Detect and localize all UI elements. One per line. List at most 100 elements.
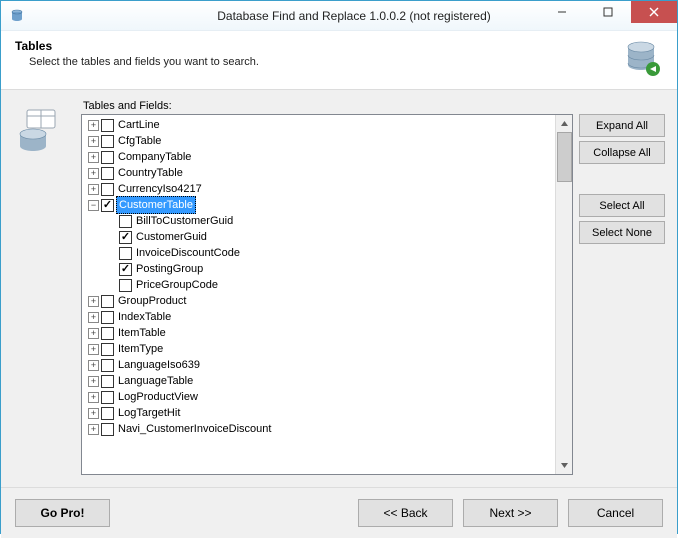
- tables-tree[interactable]: + CartLine + CfgTable + CompanyTable + CountryT…: [81, 114, 573, 475]
- tree-item-label[interactable]: CartLine: [116, 117, 162, 133]
- tree-item-label[interactable]: CustomerGuid: [134, 229, 209, 245]
- tree-item-label[interactable]: CurrencyIso4217: [116, 181, 204, 197]
- expand-all-button[interactable]: Expand All: [579, 114, 665, 137]
- tree-field-item: PostingGroup: [106, 261, 572, 277]
- tree-item-label[interactable]: CfgTable: [116, 133, 163, 149]
- maximize-button[interactable]: [585, 1, 631, 23]
- minimize-button[interactable]: [539, 1, 585, 23]
- select-all-button[interactable]: Select All: [579, 194, 665, 217]
- checkbox[interactable]: [119, 247, 132, 260]
- expand-toggle[interactable]: +: [88, 376, 99, 387]
- next-button[interactable]: Next >>: [463, 499, 558, 527]
- tree-table-item: + CfgTable: [88, 133, 572, 149]
- checkbox[interactable]: [119, 263, 132, 276]
- tree-item-label[interactable]: Navi_CustomerInvoiceDiscount: [116, 421, 273, 437]
- checkbox[interactable]: [101, 343, 114, 356]
- titlebar: Database Find and Replace 1.0.0.2 (not r…: [1, 1, 677, 31]
- collapse-toggle[interactable]: −: [88, 200, 99, 211]
- tree-item-label[interactable]: LogProductView: [116, 389, 200, 405]
- tree-item-label[interactable]: IndexTable: [116, 309, 173, 325]
- tree-item-label[interactable]: LanguageTable: [116, 373, 195, 389]
- tree-table-item: + LogProductView: [88, 389, 572, 405]
- tree-item-label[interactable]: CountryTable: [116, 165, 185, 181]
- checkbox[interactable]: [101, 135, 114, 148]
- tree-item-label[interactable]: CompanyTable: [116, 149, 193, 165]
- page-title: Tables: [15, 39, 259, 53]
- tree-table-item: + CompanyTable: [88, 149, 572, 165]
- wizard-body: Tables and Fields: + CartLine + CfgTable + Co…: [1, 90, 677, 488]
- expand-toggle[interactable]: +: [88, 392, 99, 403]
- tree-table-item: + IndexTable: [88, 309, 572, 325]
- expand-toggle[interactable]: +: [88, 296, 99, 307]
- tree-scrollbar[interactable]: [555, 115, 572, 474]
- tree-field-item: InvoiceDiscountCode: [106, 245, 572, 261]
- tree-item-label[interactable]: InvoiceDiscountCode: [134, 245, 242, 261]
- scroll-down-button[interactable]: [556, 457, 572, 474]
- tree-label: Tables and Fields:: [83, 100, 665, 112]
- tree-table-item: − CustomerTableBillToCustomerGuidCustomer…: [88, 197, 572, 293]
- expand-toggle[interactable]: +: [88, 136, 99, 147]
- tree-item-label[interactable]: PriceGroupCode: [134, 277, 220, 293]
- scroll-thumb[interactable]: [557, 132, 572, 182]
- tree-item-label[interactable]: LanguageIso639: [116, 357, 202, 373]
- tree-table-item: + CurrencyIso4217: [88, 181, 572, 197]
- checkbox[interactable]: [101, 167, 114, 180]
- collapse-all-button[interactable]: Collapse All: [579, 141, 665, 164]
- tree-table-item: + LanguageTable: [88, 373, 572, 389]
- expand-toggle[interactable]: +: [88, 360, 99, 371]
- expand-toggle[interactable]: +: [88, 344, 99, 355]
- expand-toggle[interactable]: +: [88, 328, 99, 339]
- checkbox[interactable]: [101, 327, 114, 340]
- tree-item-label[interactable]: CustomerTable: [116, 196, 196, 214]
- expand-toggle[interactable]: +: [88, 120, 99, 131]
- tree-table-item: + GroupProduct: [88, 293, 572, 309]
- checkbox[interactable]: [101, 151, 114, 164]
- checkbox[interactable]: [101, 359, 114, 372]
- checkbox[interactable]: [101, 119, 114, 132]
- checkbox[interactable]: [101, 183, 114, 196]
- expand-toggle[interactable]: +: [88, 408, 99, 419]
- checkbox[interactable]: [119, 231, 132, 244]
- wizard-footer: Go Pro! << Back Next >> Cancel: [1, 488, 677, 538]
- tree-item-label[interactable]: LogTargetHit: [116, 405, 182, 421]
- cancel-button[interactable]: Cancel: [568, 499, 663, 527]
- tree-item-label[interactable]: BillToCustomerGuid: [134, 213, 235, 229]
- expand-toggle[interactable]: +: [88, 184, 99, 195]
- tree-item-label[interactable]: PostingGroup: [134, 261, 205, 277]
- checkbox[interactable]: [119, 215, 132, 228]
- checkbox[interactable]: [101, 407, 114, 420]
- tree-table-item: + ItemType: [88, 341, 572, 357]
- back-button[interactable]: << Back: [358, 499, 453, 527]
- checkbox[interactable]: [101, 375, 114, 388]
- tree-table-item: + CountryTable: [88, 165, 572, 181]
- checkbox[interactable]: [101, 311, 114, 324]
- page-subtitle: Select the tables and fields you want to…: [29, 56, 259, 68]
- checkbox[interactable]: [101, 391, 114, 404]
- go-pro-button[interactable]: Go Pro!: [15, 499, 110, 527]
- tree-item-label[interactable]: ItemTable: [116, 325, 168, 341]
- tree-table-item: + CartLine: [88, 117, 572, 133]
- tree-table-item: + Navi_CustomerInvoiceDiscount: [88, 421, 572, 437]
- checkbox[interactable]: [101, 199, 114, 212]
- tree-table-item: + LogTargetHit: [88, 405, 572, 421]
- checkbox[interactable]: [101, 295, 114, 308]
- database-icon: [623, 39, 663, 79]
- tree-item-label[interactable]: GroupProduct: [116, 293, 188, 309]
- scroll-up-button[interactable]: [556, 115, 572, 132]
- checkbox[interactable]: [119, 279, 132, 292]
- expand-toggle[interactable]: +: [88, 312, 99, 323]
- close-button[interactable]: [631, 1, 677, 23]
- app-icon: [9, 8, 25, 24]
- wizard-header: Tables Select the tables and fields you …: [1, 31, 677, 90]
- expand-toggle[interactable]: +: [88, 152, 99, 163]
- tree-field-item: BillToCustomerGuid: [106, 213, 572, 229]
- select-none-button[interactable]: Select None: [579, 221, 665, 244]
- expand-toggle[interactable]: +: [88, 168, 99, 179]
- tree-table-item: + LanguageIso639: [88, 357, 572, 373]
- expand-toggle[interactable]: +: [88, 424, 99, 435]
- tables-illustration: [13, 100, 73, 475]
- tree-item-label[interactable]: ItemType: [116, 341, 165, 357]
- tree-field-item: CustomerGuid: [106, 229, 572, 245]
- tree-field-item: PriceGroupCode: [106, 277, 572, 293]
- checkbox[interactable]: [101, 423, 114, 436]
